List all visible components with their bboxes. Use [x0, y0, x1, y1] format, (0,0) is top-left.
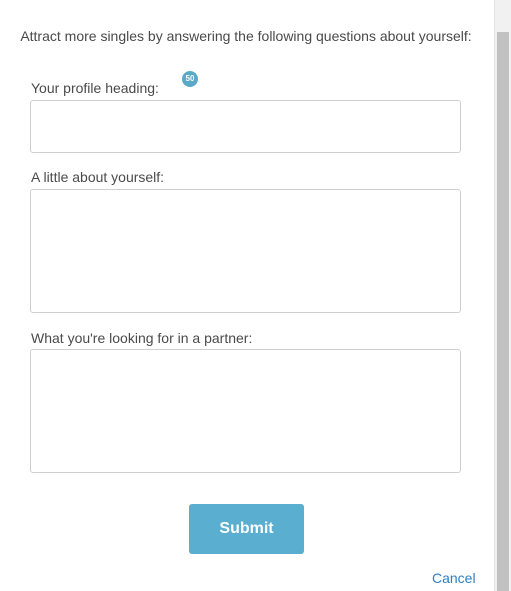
intro-text: Attract more singles by answering the fo… [20, 28, 472, 44]
profile-heading-label: Your profile heading: [31, 80, 159, 96]
about-yourself-label: A little about yourself: [31, 169, 165, 185]
profile-questions-dialog: Attract more singles by answering the fo… [0, 0, 511, 591]
partner-preferences-textarea[interactable] [30, 349, 461, 473]
scrollbar-thumb[interactable] [497, 32, 509, 591]
cancel-link[interactable]: Cancel [432, 570, 476, 586]
partner-preferences-label: What you're looking for in a partner: [31, 330, 253, 346]
char-counter-badge: 50 [182, 71, 198, 87]
about-yourself-textarea[interactable] [30, 189, 461, 313]
submit-button[interactable]: Submit [189, 504, 304, 554]
profile-heading-input[interactable] [30, 100, 461, 153]
vertical-scrollbar[interactable] [494, 0, 511, 591]
